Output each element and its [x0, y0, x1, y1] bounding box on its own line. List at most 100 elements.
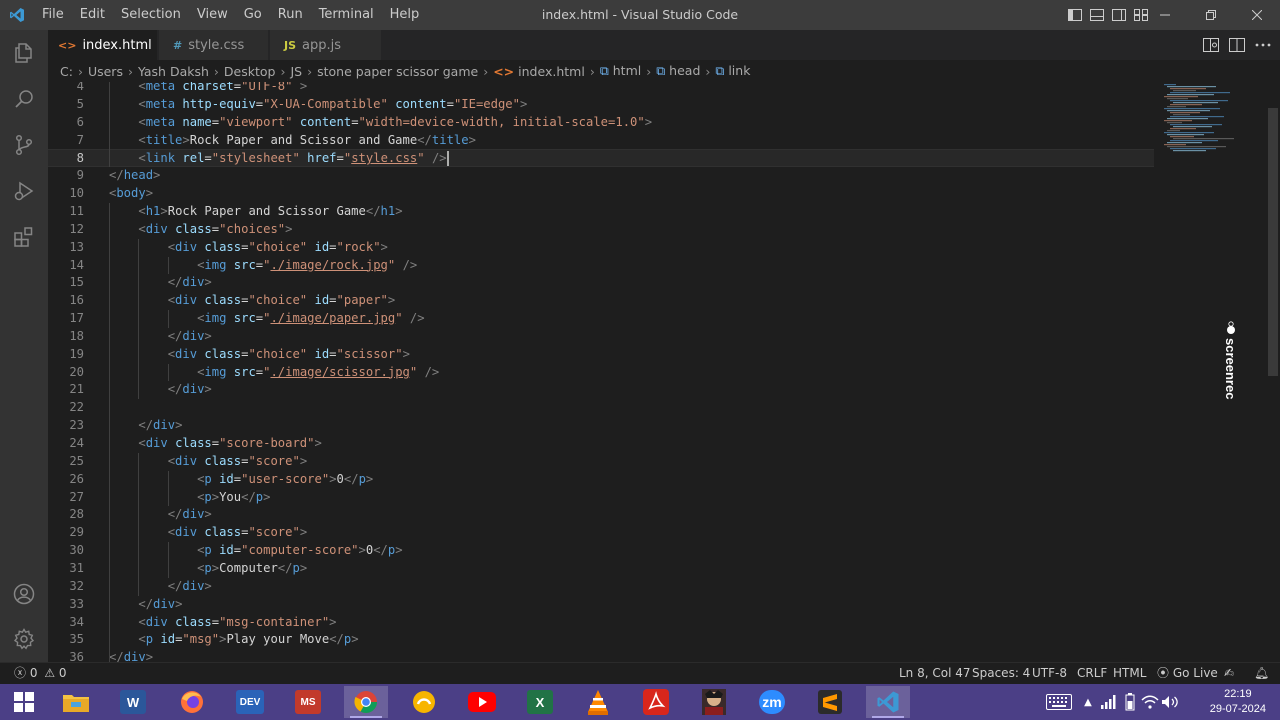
settings-gear-icon[interactable] [0, 616, 48, 662]
code-line[interactable]: 34 <div class="msg-container"> [48, 614, 1154, 632]
code-line[interactable]: 33 </div> [48, 596, 1154, 614]
firefox-icon[interactable] [170, 686, 214, 718]
toggle-primary-sidebar-icon[interactable] [1066, 0, 1084, 30]
acrobat-icon[interactable] [634, 686, 678, 718]
youtube-icon[interactable] [460, 686, 504, 718]
code-line[interactable]: 6 <meta name="viewport" content="width=d… [48, 114, 1154, 132]
open-preview-icon[interactable] [1202, 36, 1220, 54]
dev-cpp-icon[interactable]: DEV [228, 686, 272, 718]
encoding[interactable]: UTF-8 [1032, 663, 1067, 684]
split-editor-icon[interactable] [1228, 36, 1246, 54]
language-mode[interactable]: HTML [1113, 663, 1146, 684]
toggle-secondary-sidebar-icon[interactable] [1110, 0, 1128, 30]
battery-icon[interactable] [1120, 684, 1140, 720]
scrollbar-thumb[interactable] [1268, 108, 1278, 376]
code-line[interactable]: 8 <link rel="stylesheet" href="style.css… [48, 149, 1154, 168]
cursor-position[interactable]: Ln 8, Col 47 [899, 663, 971, 684]
problems-indicator[interactable]: ⓧ 0 ⚠ 0 [14, 663, 67, 684]
tab-index-html[interactable]: <> index.html ✕ [48, 30, 171, 60]
code-line[interactable]: 13 <div class="choice" id="rock"> [48, 239, 1154, 257]
menu-selection[interactable]: Selection [113, 0, 189, 30]
code-line[interactable]: 21 </div> [48, 381, 1154, 399]
code-line[interactable]: 31 <p>Computer</p> [48, 560, 1154, 578]
tab-app-js[interactable]: JS app.js [270, 30, 382, 60]
wifi-icon[interactable] [1140, 684, 1160, 720]
code-line[interactable]: 11 <h1>Rock Paper and Scissor Game</h1> [48, 203, 1154, 221]
go-live-button[interactable]: ⦿ Go Live [1157, 663, 1218, 684]
breadcrumb-item[interactable]: Yash Daksh [138, 64, 209, 79]
code-line[interactable]: 19 <div class="choice" id="scissor"> [48, 346, 1154, 364]
code-line[interactable]: 22 [48, 399, 1154, 417]
network-signal-icon[interactable] [1098, 684, 1120, 720]
toggle-panel-icon[interactable] [1088, 0, 1106, 30]
breadcrumb-item[interactable]: stone paper scissor game [317, 64, 478, 79]
breadcrumb-item[interactable]: ⧉ html [600, 63, 641, 79]
code-line[interactable]: 7 <title>Rock Paper and Scissor and Game… [48, 132, 1154, 150]
breadcrumb-item[interactable]: ⧉ head [656, 63, 700, 79]
menu-edit[interactable]: Edit [72, 0, 113, 30]
code-line[interactable]: 5 <meta http-equiv = "X-UA-Compatible" con… [48, 96, 1154, 114]
notifications-bell-icon[interactable]: 🔔︎ [1254, 663, 1269, 684]
tab-style-css[interactable]: # style.css [159, 30, 269, 60]
source-control-icon[interactable] [0, 122, 48, 168]
taskbar-clock[interactable]: 22:19 29-07-2024 [1210, 687, 1266, 717]
explorer-icon[interactable] [0, 30, 48, 76]
restore-icon[interactable] [1188, 0, 1234, 30]
breadcrumb-item[interactable]: C: [60, 64, 73, 79]
vlc-icon[interactable] [576, 686, 620, 718]
code-line[interactable]: 10 <body> [48, 185, 1154, 203]
chevron-up-icon[interactable]: ▲ [1078, 684, 1098, 720]
menu-help[interactable]: Help [382, 0, 428, 30]
run-debug-icon[interactable] [0, 168, 48, 214]
zoom-icon[interactable]: zm [750, 686, 794, 718]
breadcrumb-item[interactable]: <> index.html [493, 64, 585, 79]
menu-file[interactable]: File [34, 0, 72, 30]
more-actions-icon[interactable] [1254, 36, 1272, 54]
chrome-icon[interactable] [344, 686, 388, 718]
code-line[interactable]: 26 <p id="user-score">0</p> [48, 471, 1154, 489]
accounts-icon[interactable] [0, 571, 48, 617]
code-line[interactable]: 4 <meta charset="UTF-8" > [48, 82, 1154, 96]
code-line[interactable]: 18 </div> [48, 328, 1154, 346]
menu-view[interactable]: View [189, 0, 236, 30]
code-line[interactable]: 23 </div> [48, 417, 1154, 435]
code-line[interactable]: 20 <img src="./image/scissor.jpg" /> [48, 364, 1154, 382]
windows-start-icon[interactable] [2, 686, 46, 718]
code-line[interactable]: 35 <p id="msg">Play your Move</p> [48, 631, 1154, 649]
sublime-text-icon[interactable] [808, 686, 852, 718]
vscode-taskbar-icon[interactable] [866, 686, 910, 718]
breadcrumb-item[interactable]: ⧉ link [715, 63, 750, 79]
code-line[interactable]: 24 <div class="score-board"> [48, 435, 1154, 453]
code-editor[interactable]: 4 <meta charset="UTF-8" >5 <meta http-eq… [48, 82, 1280, 662]
breadcrumb-item[interactable]: Desktop [224, 64, 276, 79]
code-line[interactable]: 16 <div class="choice" id="paper"> [48, 292, 1154, 310]
code-line[interactable]: 15 </div> [48, 274, 1154, 292]
breadcrumb-item[interactable]: Users [88, 64, 123, 79]
menu-go[interactable]: Go [236, 0, 270, 30]
menu-terminal[interactable]: Terminal [311, 0, 382, 30]
volume-icon[interactable] [1160, 684, 1180, 720]
code-line[interactable]: 9 </head> [48, 167, 1154, 185]
minimap[interactable] [1160, 82, 1264, 162]
code-line[interactable]: 12 <div class="choices"> [48, 221, 1154, 239]
code-line[interactable]: 36 </div> [48, 649, 1154, 662]
tekken-game-icon[interactable] [692, 686, 736, 718]
extensions-icon[interactable] [0, 214, 48, 260]
code-line[interactable]: 28 </div> [48, 506, 1154, 524]
excel-icon[interactable]: X [518, 686, 562, 718]
keyboard-icon[interactable] [1042, 684, 1076, 720]
breadcrumb-item[interactable]: JS [290, 64, 302, 79]
code-line[interactable]: 32 </div> [48, 578, 1154, 596]
minimize-icon[interactable] [1142, 0, 1188, 30]
code-line[interactable]: 30 <p id="computer-score">0</p> [48, 542, 1154, 560]
code-line[interactable]: 17 <img src="./image/paper.jpg" /> [48, 310, 1154, 328]
code-line[interactable]: 29 <div class="score"> [48, 524, 1154, 542]
yellow-app-icon[interactable] [402, 686, 446, 718]
code-line[interactable]: 14 <img src="./image/rock.jpg" /> [48, 257, 1154, 275]
end-of-line[interactable]: CRLF [1077, 663, 1107, 684]
code-line[interactable]: 27 <p>You</p> [48, 489, 1154, 507]
indentation[interactable]: Spaces: 4 [972, 663, 1030, 684]
menu-run[interactable]: Run [270, 0, 311, 30]
close-window-icon[interactable] [1234, 0, 1280, 30]
feedback-icon[interactable]: ✍ [1224, 663, 1234, 684]
